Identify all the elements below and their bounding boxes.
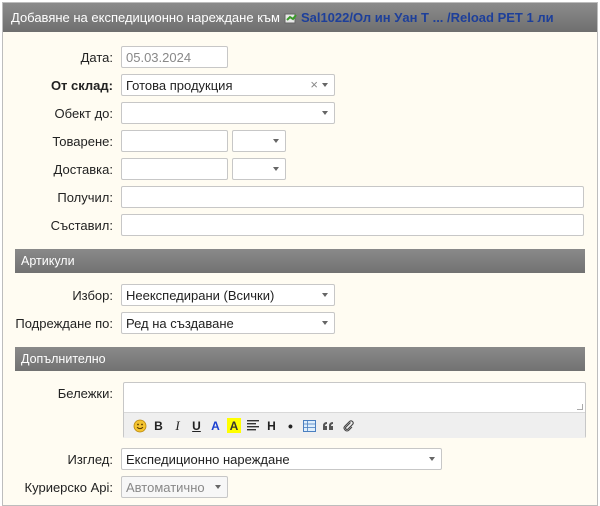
courier-api-row: Куриерско Api: Автоматично [3, 476, 597, 500]
chevron-down-icon [322, 83, 328, 87]
align-icon[interactable] [243, 416, 262, 435]
ordering-row: Подреждане по: Ред на създаване [3, 312, 597, 336]
chevron-down-icon [322, 111, 328, 115]
warehouse-row: От склад: Готова продукция × [3, 74, 597, 98]
destination-label: Обект до: [54, 106, 113, 121]
notes-editor: B I U A A H • [123, 382, 586, 438]
ordering-select[interactable]: Ред на създаване [121, 312, 335, 334]
date-input[interactable]: 05.03.2024 [121, 46, 228, 68]
sale-document-link[interactable]: Sal1022/Ол ин Уан Т ... /Reload PET 1 ли [301, 10, 554, 25]
notes-textarea[interactable] [124, 383, 585, 412]
dialog-title-bar: Добавяне на експедиционно нареждане към … [3, 3, 597, 32]
composed-by-row: Съставил: [3, 214, 597, 238]
courier-api-select[interactable]: Автоматично [121, 476, 228, 498]
delivery-row: Доставка: [3, 158, 597, 182]
chevron-down-icon [322, 293, 328, 297]
notes-toolbar: B I U A A H • [124, 412, 585, 438]
chevron-down-icon [215, 485, 221, 489]
chevron-down-icon [429, 457, 435, 461]
resize-handle-icon[interactable] [577, 404, 583, 410]
destination-select[interactable] [121, 102, 335, 124]
view-label: Изглед: [67, 452, 114, 467]
destination-row: Обект до: [3, 102, 597, 126]
choice-select[interactable]: Неекспедирани (Всички) [121, 284, 335, 306]
section-articles-header: Артикули [15, 249, 585, 273]
received-by-input[interactable] [121, 186, 584, 208]
underline-button[interactable]: U [187, 416, 206, 435]
smiley-icon[interactable] [130, 416, 149, 435]
text-color-button[interactable]: A [206, 416, 225, 435]
choice-value: Неекспедирани (Всички) [126, 288, 275, 303]
dialog-title: Добавяне на експедиционно нареждане към [11, 10, 280, 25]
dialog-frame: Добавяне на експедиционно нареждане към … [2, 2, 598, 506]
bold-button[interactable]: B [149, 416, 168, 435]
composed-by-label: Съставил: [50, 218, 113, 233]
quote-icon[interactable] [319, 416, 338, 435]
chevron-down-icon [273, 139, 279, 143]
view-row: Изглед: Експедиционно нареждане [3, 448, 597, 472]
view-value: Експедиционно нареждане [126, 452, 290, 467]
chevron-down-icon [322, 321, 328, 325]
paperclip-icon[interactable] [338, 416, 357, 435]
view-select[interactable]: Експедиционно нареждане [121, 448, 442, 470]
sale-document-icon [284, 13, 298, 25]
delivery-time-select[interactable] [232, 158, 286, 180]
delivery-date-input[interactable] [121, 158, 228, 180]
loading-label: Товарене: [52, 134, 113, 149]
bullet-list-button[interactable]: • [281, 416, 300, 435]
loading-date-input[interactable] [121, 130, 228, 152]
date-row: Дата: 05.03.2024 [3, 46, 597, 70]
choice-row: Избор: Неекспедирани (Всички) [3, 284, 597, 308]
courier-api-label: Куриерско Api: [24, 480, 113, 495]
warehouse-value: Готова продукция [126, 78, 233, 93]
chevron-down-icon [273, 167, 279, 171]
section-additional-header: Допълнително [15, 347, 585, 371]
loading-time-select[interactable] [232, 130, 286, 152]
italic-button[interactable]: I [168, 416, 187, 435]
warehouse-label: От склад: [50, 78, 113, 93]
ordering-value: Ред на създаване [126, 316, 234, 331]
notes-label: Бележки: [57, 386, 113, 401]
clear-icon[interactable]: × [310, 77, 318, 92]
courier-api-value: Автоматично [126, 480, 205, 495]
date-label: Дата: [80, 50, 113, 65]
received-by-label: Получил: [57, 190, 113, 205]
highlight-button[interactable]: A [227, 418, 241, 433]
composed-by-input[interactable] [121, 214, 584, 236]
choice-label: Избор: [72, 288, 113, 303]
table-icon[interactable] [300, 416, 319, 435]
loading-row: Товарене: [3, 130, 597, 154]
delivery-label: Доставка: [53, 162, 113, 177]
warehouse-select[interactable]: Готова продукция × [121, 74, 335, 96]
heading-button[interactable]: H [262, 416, 281, 435]
received-by-row: Получил: [3, 186, 597, 210]
ordering-label: Подреждане по: [15, 316, 113, 331]
